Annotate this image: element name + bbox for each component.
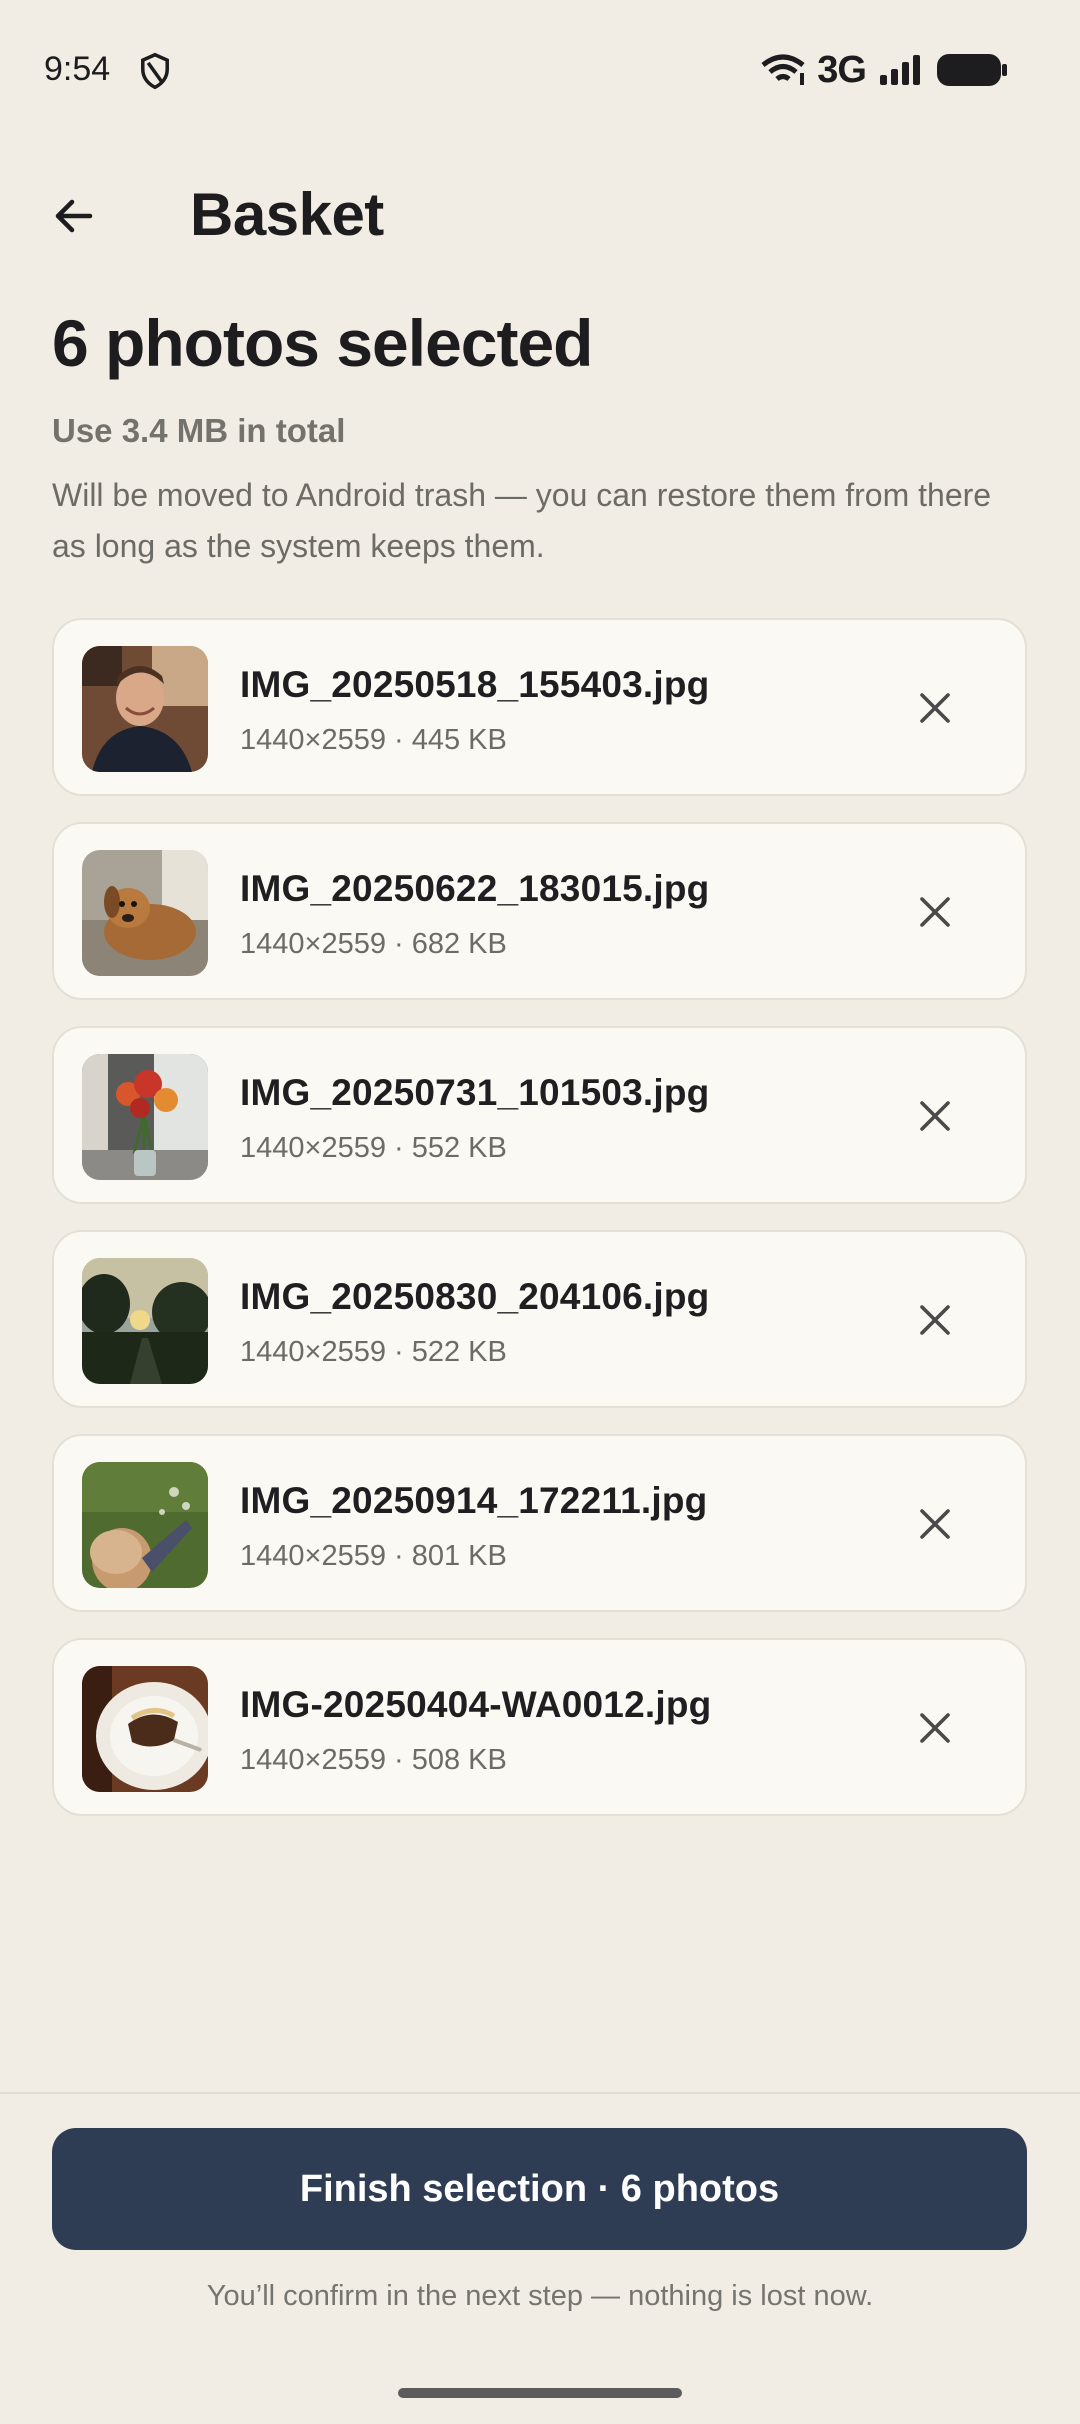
photo-thumbnail[interactable] <box>82 1666 208 1792</box>
file-name: IMG_20250731_101503.jpg <box>240 1072 710 1113</box>
remove-photo-button[interactable] <box>899 876 971 948</box>
photo-card: IMG_20250830_204106.jpg 1440×2559 · 522 … <box>52 1230 1027 1408</box>
file-meta: 1440×2559 · 682 KB <box>240 928 507 960</box>
remove-photo-button[interactable] <box>899 672 971 744</box>
battery-icon <box>937 54 1007 86</box>
finish-selection-button[interactable]: Finish selection · 6 photos <box>52 2128 1027 2250</box>
app-bar: Basket <box>0 160 1080 270</box>
close-icon <box>920 1509 950 1539</box>
remove-photo-button[interactable] <box>899 1488 971 1560</box>
photo-card: IMG_20250914_172211.jpg 1440×2559 · 801 … <box>52 1434 1027 1612</box>
photo-card: IMG_20250731_101503.jpg 1440×2559 · 552 … <box>52 1026 1027 1204</box>
photo-thumbnail[interactable] <box>82 1054 208 1180</box>
status-time: 9:54 <box>44 50 111 88</box>
file-meta: 1440×2559 · 522 KB <box>240 1336 507 1368</box>
photo-list: IMG_20250518_155403.jpg 1440×2559 · 445 … <box>52 618 1027 1842</box>
close-icon <box>920 1713 950 1743</box>
network-type: 3G <box>817 48 867 91</box>
file-meta: 1440×2559 · 552 KB <box>240 1132 507 1164</box>
file-name: IMG_20250914_172211.jpg <box>240 1480 708 1521</box>
shield-icon <box>141 52 169 90</box>
back-button[interactable] <box>40 182 108 250</box>
file-name: IMG_20250830_204106.jpg <box>240 1276 710 1317</box>
child-grass-thumbnail <box>82 1462 208 1588</box>
file-meta: 1440×2559 · 445 KB <box>240 724 507 756</box>
signal-icon <box>880 55 920 85</box>
close-icon <box>920 693 950 723</box>
close-icon <box>920 1101 950 1131</box>
close-icon <box>920 1305 950 1335</box>
status-bar: 9:54 3G <box>0 0 1080 140</box>
selection-heading: 6 photos selected <box>52 306 593 380</box>
remove-photo-button[interactable] <box>899 1692 971 1764</box>
page-title: Basket <box>190 181 384 248</box>
bottom-divider <box>0 2092 1080 2094</box>
file-meta: 1440×2559 · 508 KB <box>240 1744 507 1776</box>
confirmation-note: You’ll confirm in the next step — nothin… <box>206 2280 874 2312</box>
flowers-vase-thumbnail <box>82 1054 208 1180</box>
photo-thumbnail[interactable] <box>82 1258 208 1384</box>
sunset-trees-thumbnail <box>82 1258 208 1384</box>
photo-thumbnail[interactable] <box>82 646 208 772</box>
photo-thumbnail[interactable] <box>82 850 208 976</box>
cake-plate-thumbnail <box>82 1666 208 1792</box>
file-name: IMG_20250518_155403.jpg <box>240 664 710 705</box>
man-smiling-thumbnail <box>82 646 208 772</box>
arrow-back-icon <box>55 199 93 233</box>
photo-card: IMG_20250622_183015.jpg 1440×2559 · 682 … <box>52 822 1027 1000</box>
file-name: IMG-20250404-WA0012.jpg <box>240 1684 712 1725</box>
close-icon <box>920 897 950 927</box>
photo-card: IMG-20250404-WA0012.jpg 1440×2559 · 508 … <box>52 1638 1027 1816</box>
photo-thumbnail[interactable] <box>82 1462 208 1588</box>
home-indicator[interactable] <box>398 2388 682 2398</box>
remove-photo-button[interactable] <box>899 1080 971 1152</box>
photo-card: IMG_20250518_155403.jpg 1440×2559 · 445 … <box>52 618 1027 796</box>
remove-photo-button[interactable] <box>899 1284 971 1356</box>
status-icons: 3G <box>761 48 1008 91</box>
total-size: Use 3.4 MB in total <box>52 412 346 449</box>
file-meta: 1440×2559 · 801 KB <box>240 1540 507 1572</box>
file-name: IMG_20250622_183015.jpg <box>240 868 710 909</box>
wifi-icon <box>761 54 805 85</box>
dog-on-couch-thumbnail <box>82 850 208 976</box>
trash-description: Will be moved to Android trash — you can… <box>52 477 992 564</box>
